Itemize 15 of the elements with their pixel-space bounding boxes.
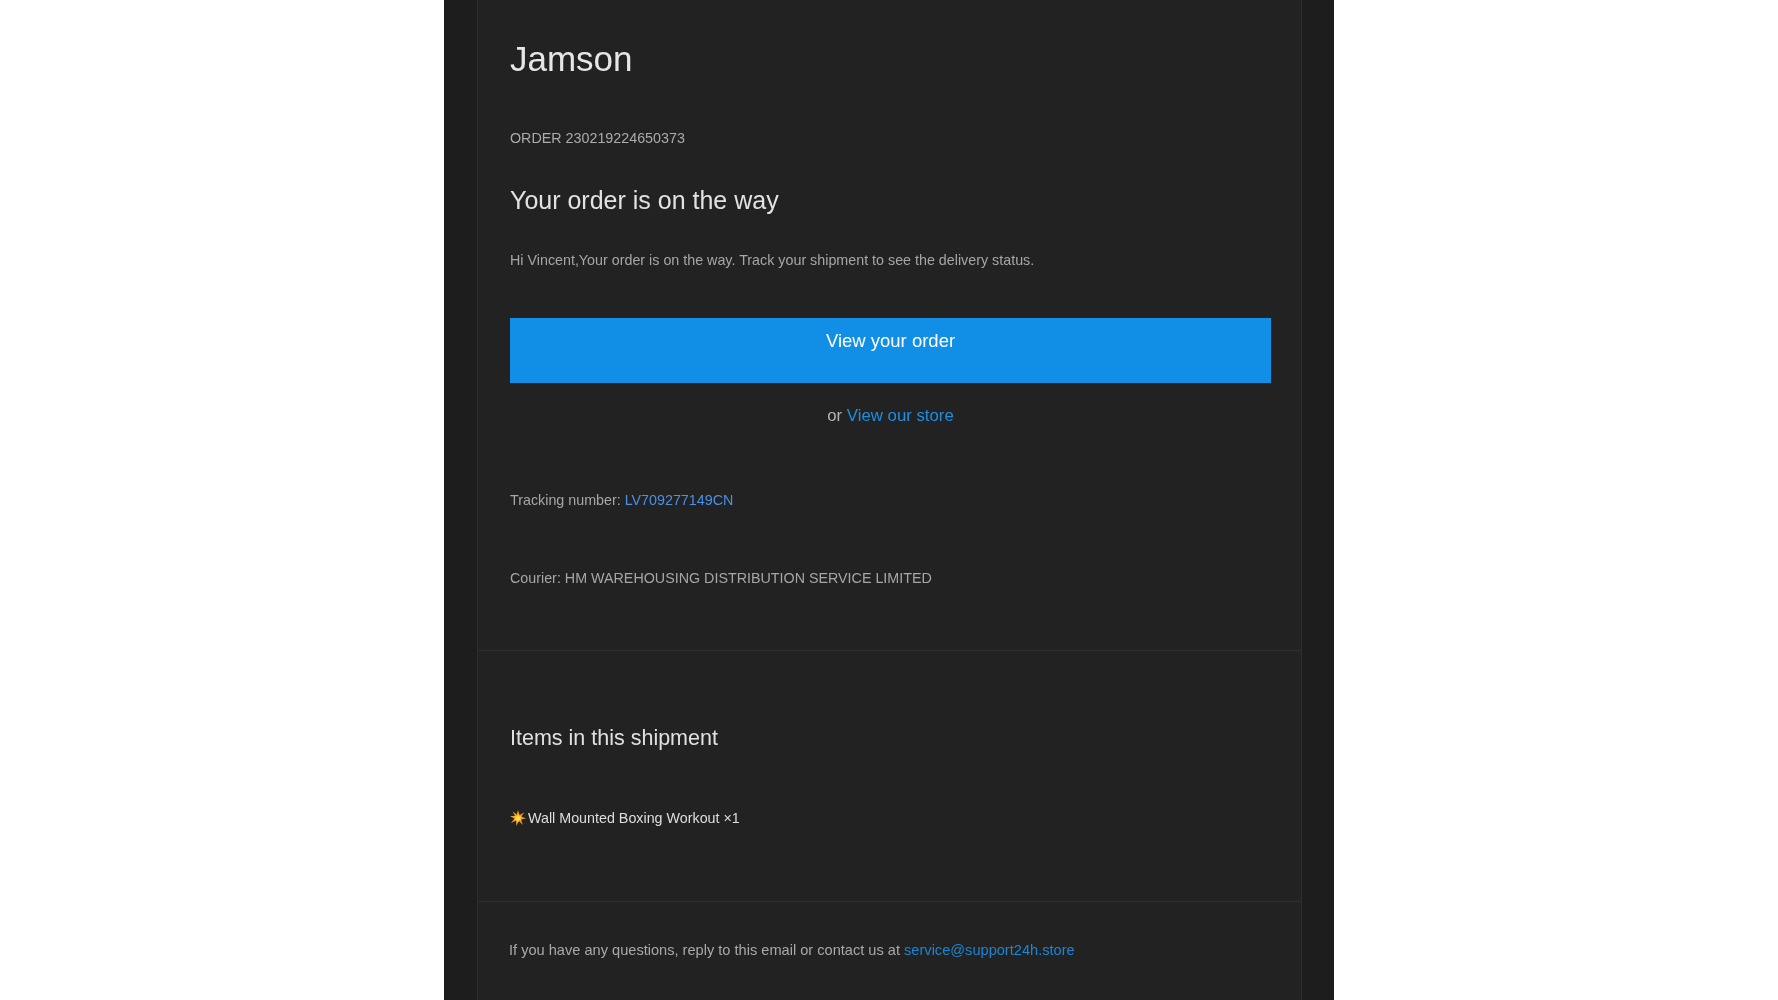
shipment-heading: Items in this shipment	[510, 725, 718, 751]
item-name: Wall Mounted Boxing Workout ×1	[528, 809, 740, 828]
view-store-link[interactable]: View our store	[846, 406, 954, 425]
store-name: Jamson	[510, 38, 633, 80]
tracking-number-link[interactable]: LV709277149CN	[624, 492, 734, 508]
view-order-button[interactable]: View your order	[510, 318, 1271, 383]
courier-line: Courier: HM WAREHOUSING DISTRIBUTION SERVICE LIMITED	[510, 569, 932, 588]
greeting-message: Hi Vincent,Your order is on the way. Track your shipment to see the delivery status.	[510, 251, 1035, 270]
tracking-line: Tracking number: LV709277149CN	[510, 491, 734, 510]
store-link-line: or View our store	[826, 405, 955, 427]
support-email-link[interactable]: service@support24h.store	[904, 942, 1075, 958]
order-status-heading: Your order is on the way	[510, 185, 779, 215]
order-number: ORDER 230219224650373	[510, 129, 685, 148]
burst-icon	[510, 810, 526, 826]
contact-line: If you have any questions, reply to this email or contact us at service@support24h.store	[509, 941, 1075, 960]
